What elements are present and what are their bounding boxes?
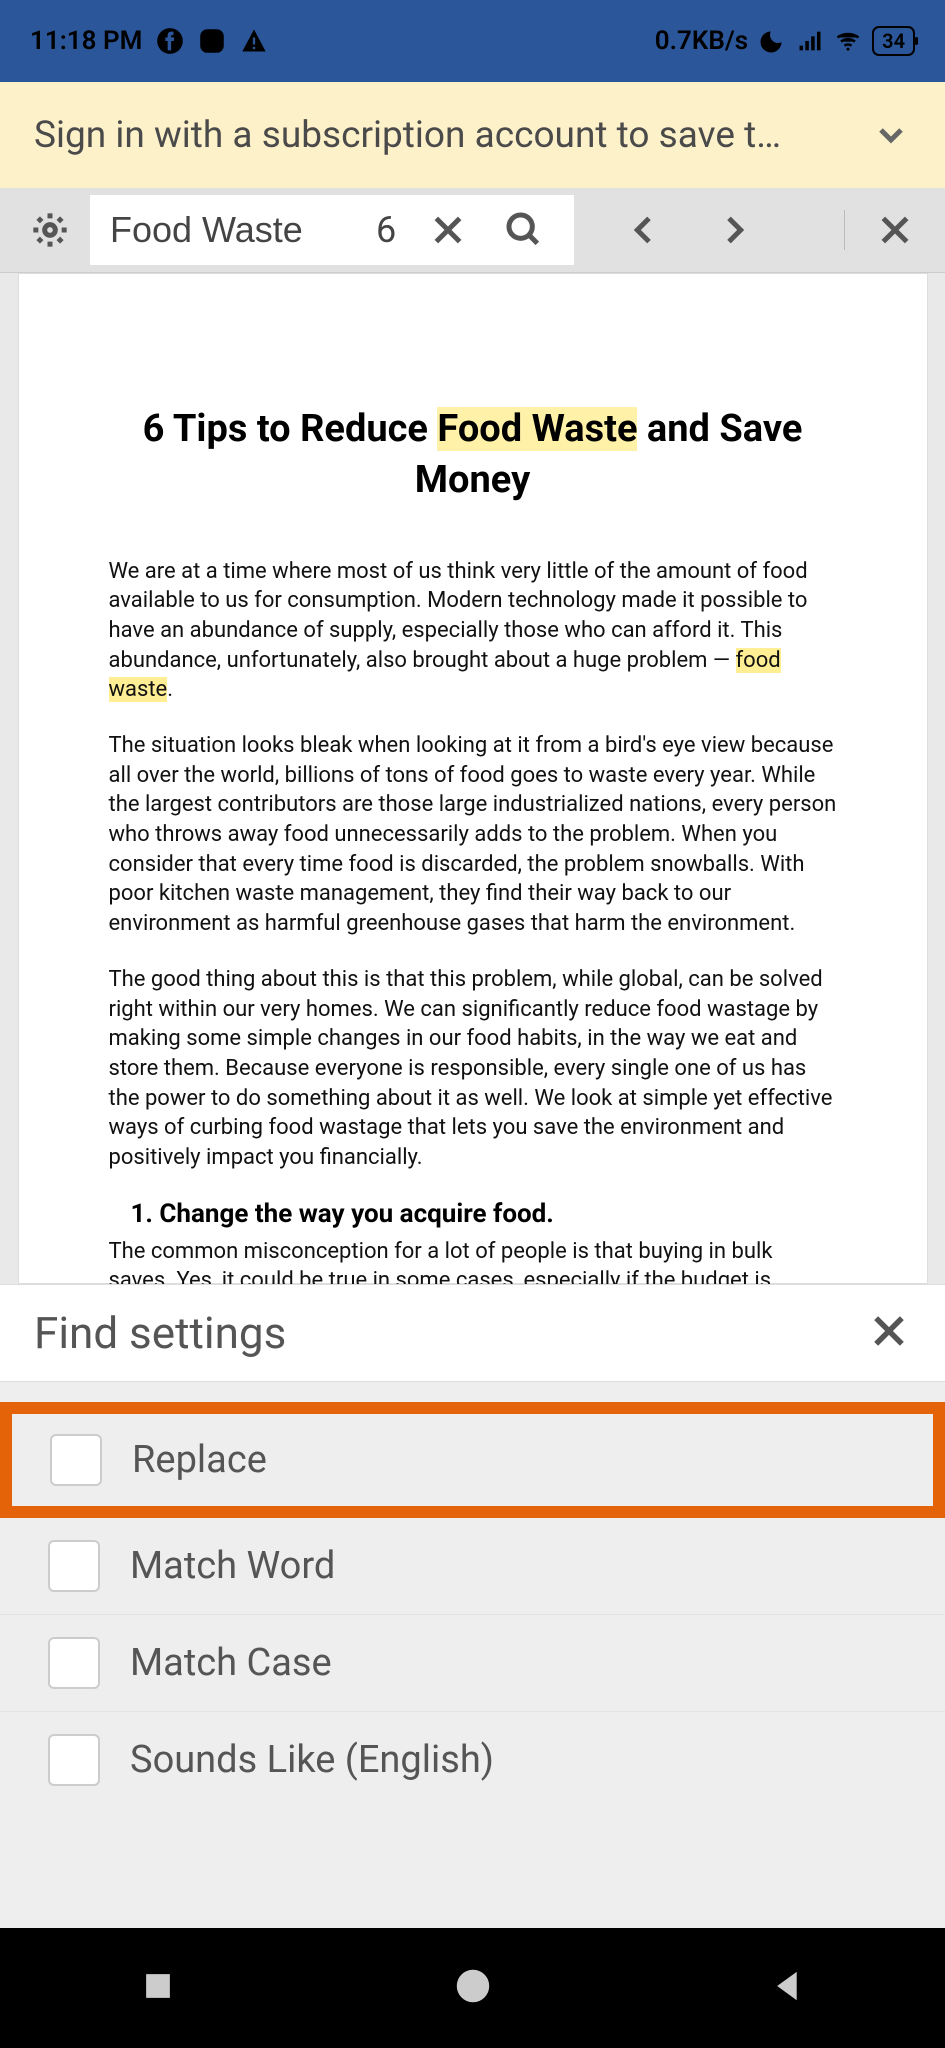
close-icon [428, 210, 468, 250]
wifi-icon [834, 27, 862, 55]
status-data-rate: 0.7KB/s [655, 26, 748, 56]
search-toolbar: 6 [0, 188, 945, 273]
match-case-label: Match Case [130, 1641, 332, 1685]
instagram-icon [198, 27, 226, 55]
document-title: 6 Tips to Reduce Food Waste and Save Mon… [109, 404, 837, 507]
close-find-settings-button[interactable] [867, 1309, 911, 1357]
sounds-like-label: Sounds Like (English) [130, 1738, 494, 1782]
clear-search-button[interactable] [418, 200, 478, 260]
match-word-label: Match Word [130, 1544, 335, 1588]
signin-banner[interactable]: Sign in with a subscription account to s… [0, 82, 945, 188]
chevron-down-icon [871, 115, 911, 155]
replace-option-highlight: Replace [0, 1402, 945, 1518]
search-icon [504, 210, 544, 250]
replace-label: Replace [132, 1438, 267, 1482]
gear-icon [30, 210, 70, 250]
moon-icon [758, 27, 786, 55]
match-case-checkbox[interactable] [48, 1637, 100, 1689]
close-icon [875, 210, 915, 250]
search-input[interactable] [110, 209, 360, 251]
status-bar: 11:18 PM 0.7KB/s 34 [0, 0, 945, 82]
paragraph: The common misconception for a lot of pe… [109, 1237, 837, 1284]
square-icon [139, 1967, 177, 2005]
search-button[interactable] [494, 200, 554, 260]
triangle-left-icon [769, 1967, 807, 2005]
chevron-left-icon [624, 210, 664, 250]
find-settings-panel: Find settings Replace Match Word Match C… [0, 1284, 945, 1928]
document-viewport[interactable]: 6 Tips to Reduce Food Waste and Save Mon… [0, 273, 945, 1284]
recent-apps-button[interactable] [139, 1967, 177, 2009]
close-icon [867, 1309, 911, 1353]
android-nav-bar [0, 1928, 945, 2048]
paragraph: We are at a time where most of us think … [109, 557, 837, 705]
status-time: 11:18 PM [30, 26, 142, 56]
close-search-button[interactable] [865, 200, 925, 260]
banner-text: Sign in with a subscription account to s… [34, 114, 851, 157]
back-button[interactable] [769, 1967, 807, 2009]
settings-button[interactable] [20, 200, 80, 260]
find-settings-title: Find settings [34, 1307, 286, 1359]
sounds-like-checkbox[interactable] [48, 1734, 100, 1786]
match-case-option[interactable]: Match Case [0, 1615, 945, 1712]
chevron-right-icon [714, 210, 754, 250]
highlight: Food Waste [437, 407, 637, 451]
battery-indicator: 34 [872, 26, 915, 56]
replace-checkbox[interactable] [50, 1434, 102, 1486]
search-box: 6 [90, 195, 574, 265]
heading: 1. Change the way you acquire food. [131, 1199, 837, 1229]
signal-icon [796, 27, 824, 55]
prev-result-button[interactable] [614, 200, 674, 260]
match-word-checkbox[interactable] [48, 1540, 100, 1592]
home-button[interactable] [454, 1967, 492, 2009]
match-word-option[interactable]: Match Word [0, 1518, 945, 1615]
sounds-like-option[interactable]: Sounds Like (English) [0, 1712, 945, 1808]
facebook-icon [156, 27, 184, 55]
search-count: 6 [376, 209, 402, 251]
paragraph: The good thing about this is that this p… [109, 965, 837, 1173]
circle-icon [454, 1967, 492, 2005]
replace-option[interactable]: Replace [50, 1434, 895, 1486]
warning-icon [240, 27, 268, 55]
document-page: 6 Tips to Reduce Food Waste and Save Mon… [18, 273, 928, 1284]
divider [844, 210, 845, 250]
paragraph: The situation looks bleak when looking a… [109, 731, 837, 939]
next-result-button[interactable] [704, 200, 764, 260]
